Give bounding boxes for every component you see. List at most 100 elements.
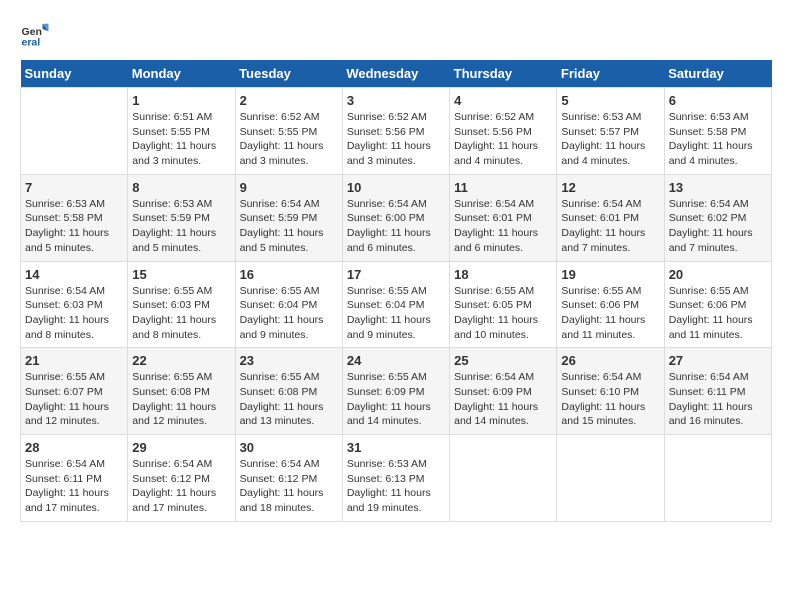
day-info: Sunrise: 6:55 AMSunset: 6:08 PMDaylight:… <box>240 370 338 429</box>
day-number: 2 <box>240 93 338 108</box>
day-header-sunday: Sunday <box>21 60 128 88</box>
day-info: Sunrise: 6:55 AMSunset: 6:09 PMDaylight:… <box>347 370 445 429</box>
calendar-cell: 6Sunrise: 6:53 AMSunset: 5:58 PMDaylight… <box>664 88 771 175</box>
calendar-cell: 17 Sunrise: 6:55 AMSunset: 6:04 PMDayligh… <box>342 261 449 348</box>
day-info: Sunrise: 6:54 AMSunset: 6:01 PMDaylight:… <box>454 197 552 256</box>
day-number: 26 <box>561 353 659 368</box>
day-info: Sunrise: 6:55 AMSunset: 6:04 PMDaylight:… <box>240 284 338 343</box>
day-header-wednesday: Wednesday <box>342 60 449 88</box>
calendar-cell: 14Sunrise: 6:54 AMSunset: 6:03 PMDayligh… <box>21 261 128 348</box>
day-info: Sunrise: 6:52 AMSunset: 5:56 PMDaylight:… <box>454 110 552 169</box>
day-info: Sunrise: 6:55 AMSunset: 6:04 PMDaylight:… <box>347 284 445 343</box>
day-number: 10 <box>347 180 445 195</box>
week-row-4: 21Sunrise: 6:55 AMSunset: 6:07 PMDayligh… <box>21 348 772 435</box>
day-info: Sunrise: 6:54 AMSunset: 6:12 PMDaylight:… <box>132 457 230 516</box>
day-number: 15 <box>132 267 230 282</box>
day-info: Sunrise: 6:53 AMSunset: 6:13 PMDaylight:… <box>347 457 445 516</box>
day-number: 11 <box>454 180 552 195</box>
calendar-cell: 7 Sunrise: 6:53 AMSunset: 5:58 PMDaylight… <box>21 174 128 261</box>
day-number: 5 <box>561 93 659 108</box>
calendar-cell <box>21 88 128 175</box>
calendar-cell: 12 Sunrise: 6:54 AMSunset: 6:01 PMDayligh… <box>557 174 664 261</box>
day-number: 30 <box>240 440 338 455</box>
day-number: 28 <box>25 440 123 455</box>
day-number: 18 <box>454 267 552 282</box>
calendar-cell: 19Sunrise: 6:55 AMSunset: 6:06 PMDayligh… <box>557 261 664 348</box>
calendar-cell: 24Sunrise: 6:55 AMSunset: 6:09 PMDayligh… <box>342 348 449 435</box>
calendar-cell: 20 Sunrise: 6:55 AMSunset: 6:06 PMDayligh… <box>664 261 771 348</box>
calendar-cell: 11 Sunrise: 6:54 AMSunset: 6:01 PMDayligh… <box>450 174 557 261</box>
day-header-saturday: Saturday <box>664 60 771 88</box>
day-header-friday: Friday <box>557 60 664 88</box>
day-number: 23 <box>240 353 338 368</box>
day-number: 31 <box>347 440 445 455</box>
day-info: Sunrise: 6:55 AMSunset: 6:08 PMDaylight:… <box>132 370 230 429</box>
day-number: 7 <box>25 180 123 195</box>
week-row-1: 1Sunrise: 6:51 AMSunset: 5:55 PMDaylight… <box>21 88 772 175</box>
day-info: Sunrise: 6:54 AMSunset: 6:10 PMDaylight:… <box>561 370 659 429</box>
calendar-header-row: SundayMondayTuesdayWednesdayThursdayFrid… <box>21 60 772 88</box>
day-number: 17 <box>347 267 445 282</box>
calendar-cell: 30 Sunrise: 6:54 AMSunset: 6:12 PMDayligh… <box>235 435 342 522</box>
day-number: 20 <box>669 267 767 282</box>
calendar-cell: 21Sunrise: 6:55 AMSunset: 6:07 PMDayligh… <box>21 348 128 435</box>
calendar-cell: 22 Sunrise: 6:55 AMSunset: 6:08 PMDayligh… <box>128 348 235 435</box>
calendar-cell: 16Sunrise: 6:55 AMSunset: 6:04 PMDayligh… <box>235 261 342 348</box>
day-info: Sunrise: 6:51 AMSunset: 5:55 PMDaylight:… <box>132 110 230 169</box>
day-number: 27 <box>669 353 767 368</box>
calendar-cell: 25 Sunrise: 6:54 AMSunset: 6:09 PMDayligh… <box>450 348 557 435</box>
calendar-cell: 9 Sunrise: 6:54 AMSunset: 5:59 PMDaylight… <box>235 174 342 261</box>
day-number: 19 <box>561 267 659 282</box>
calendar-cell: 18 Sunrise: 6:55 AMSunset: 6:05 PMDayligh… <box>450 261 557 348</box>
day-number: 21 <box>25 353 123 368</box>
day-info: Sunrise: 6:54 AMSunset: 6:01 PMDaylight:… <box>561 197 659 256</box>
day-info: Sunrise: 6:55 AMSunset: 6:06 PMDaylight:… <box>669 284 767 343</box>
calendar-cell: 3Sunrise: 6:52 AMSunset: 5:56 PMDaylight… <box>342 88 449 175</box>
day-number: 14 <box>25 267 123 282</box>
day-number: 13 <box>669 180 767 195</box>
week-row-2: 7 Sunrise: 6:53 AMSunset: 5:58 PMDaylight… <box>21 174 772 261</box>
day-number: 25 <box>454 353 552 368</box>
day-info: Sunrise: 6:54 AMSunset: 6:02 PMDaylight:… <box>669 197 767 256</box>
calendar-table: SundayMondayTuesdayWednesdayThursdayFrid… <box>20 60 772 522</box>
calendar-cell: 15 Sunrise: 6:55 AMSunset: 6:03 PMDayligh… <box>128 261 235 348</box>
logo-icon: Gen eral <box>20 20 50 50</box>
day-number: 12 <box>561 180 659 195</box>
day-header-thursday: Thursday <box>450 60 557 88</box>
calendar-cell: 10Sunrise: 6:54 AMSunset: 6:00 PMDayligh… <box>342 174 449 261</box>
day-number: 4 <box>454 93 552 108</box>
day-info: Sunrise: 6:55 AMSunset: 6:05 PMDaylight:… <box>454 284 552 343</box>
logo: Gen eral <box>20 20 54 50</box>
calendar-cell: 23 Sunrise: 6:55 AMSunset: 6:08 PMDayligh… <box>235 348 342 435</box>
calendar-cell: 29 Sunrise: 6:54 AMSunset: 6:12 PMDayligh… <box>128 435 235 522</box>
day-info: Sunrise: 6:52 AMSunset: 5:56 PMDaylight:… <box>347 110 445 169</box>
calendar-cell: 5 Sunrise: 6:53 AMSunset: 5:57 PMDaylight… <box>557 88 664 175</box>
svg-text:eral: eral <box>22 37 41 49</box>
day-info: Sunrise: 6:54 AMSunset: 6:11 PMDaylight:… <box>669 370 767 429</box>
day-info: Sunrise: 6:53 AMSunset: 5:58 PMDaylight:… <box>669 110 767 169</box>
calendar-cell: 26 Sunrise: 6:54 AMSunset: 6:10 PMDayligh… <box>557 348 664 435</box>
week-row-3: 14Sunrise: 6:54 AMSunset: 6:03 PMDayligh… <box>21 261 772 348</box>
day-info: Sunrise: 6:54 AMSunset: 6:11 PMDaylight:… <box>25 457 123 516</box>
calendar-cell: 13 Sunrise: 6:54 AMSunset: 6:02 PMDayligh… <box>664 174 771 261</box>
day-info: Sunrise: 6:54 AMSunset: 6:09 PMDaylight:… <box>454 370 552 429</box>
calendar-cell: 1Sunrise: 6:51 AMSunset: 5:55 PMDaylight… <box>128 88 235 175</box>
calendar-cell: 28 Sunrise: 6:54 AMSunset: 6:11 PMDayligh… <box>21 435 128 522</box>
page-header: Gen eral <box>20 20 772 50</box>
day-info: Sunrise: 6:52 AMSunset: 5:55 PMDaylight:… <box>240 110 338 169</box>
calendar-cell <box>557 435 664 522</box>
calendar-cell: 27 Sunrise: 6:54 AMSunset: 6:11 PMDayligh… <box>664 348 771 435</box>
day-info: Sunrise: 6:53 AMSunset: 5:57 PMDaylight:… <box>561 110 659 169</box>
week-row-5: 28 Sunrise: 6:54 AMSunset: 6:11 PMDayligh… <box>21 435 772 522</box>
day-number: 22 <box>132 353 230 368</box>
day-number: 29 <box>132 440 230 455</box>
day-header-monday: Monday <box>128 60 235 88</box>
day-info: Sunrise: 6:54 AMSunset: 5:59 PMDaylight:… <box>240 197 338 256</box>
day-number: 8 <box>132 180 230 195</box>
day-info: Sunrise: 6:54 AMSunset: 6:12 PMDaylight:… <box>240 457 338 516</box>
calendar-cell: 4 Sunrise: 6:52 AMSunset: 5:56 PMDaylight… <box>450 88 557 175</box>
day-info: Sunrise: 6:53 AMSunset: 5:58 PMDaylight:… <box>25 197 123 256</box>
calendar-cell: 31 Sunrise: 6:53 AMSunset: 6:13 PMDayligh… <box>342 435 449 522</box>
day-info: Sunrise: 6:55 AMSunset: 6:03 PMDaylight:… <box>132 284 230 343</box>
day-number: 9 <box>240 180 338 195</box>
